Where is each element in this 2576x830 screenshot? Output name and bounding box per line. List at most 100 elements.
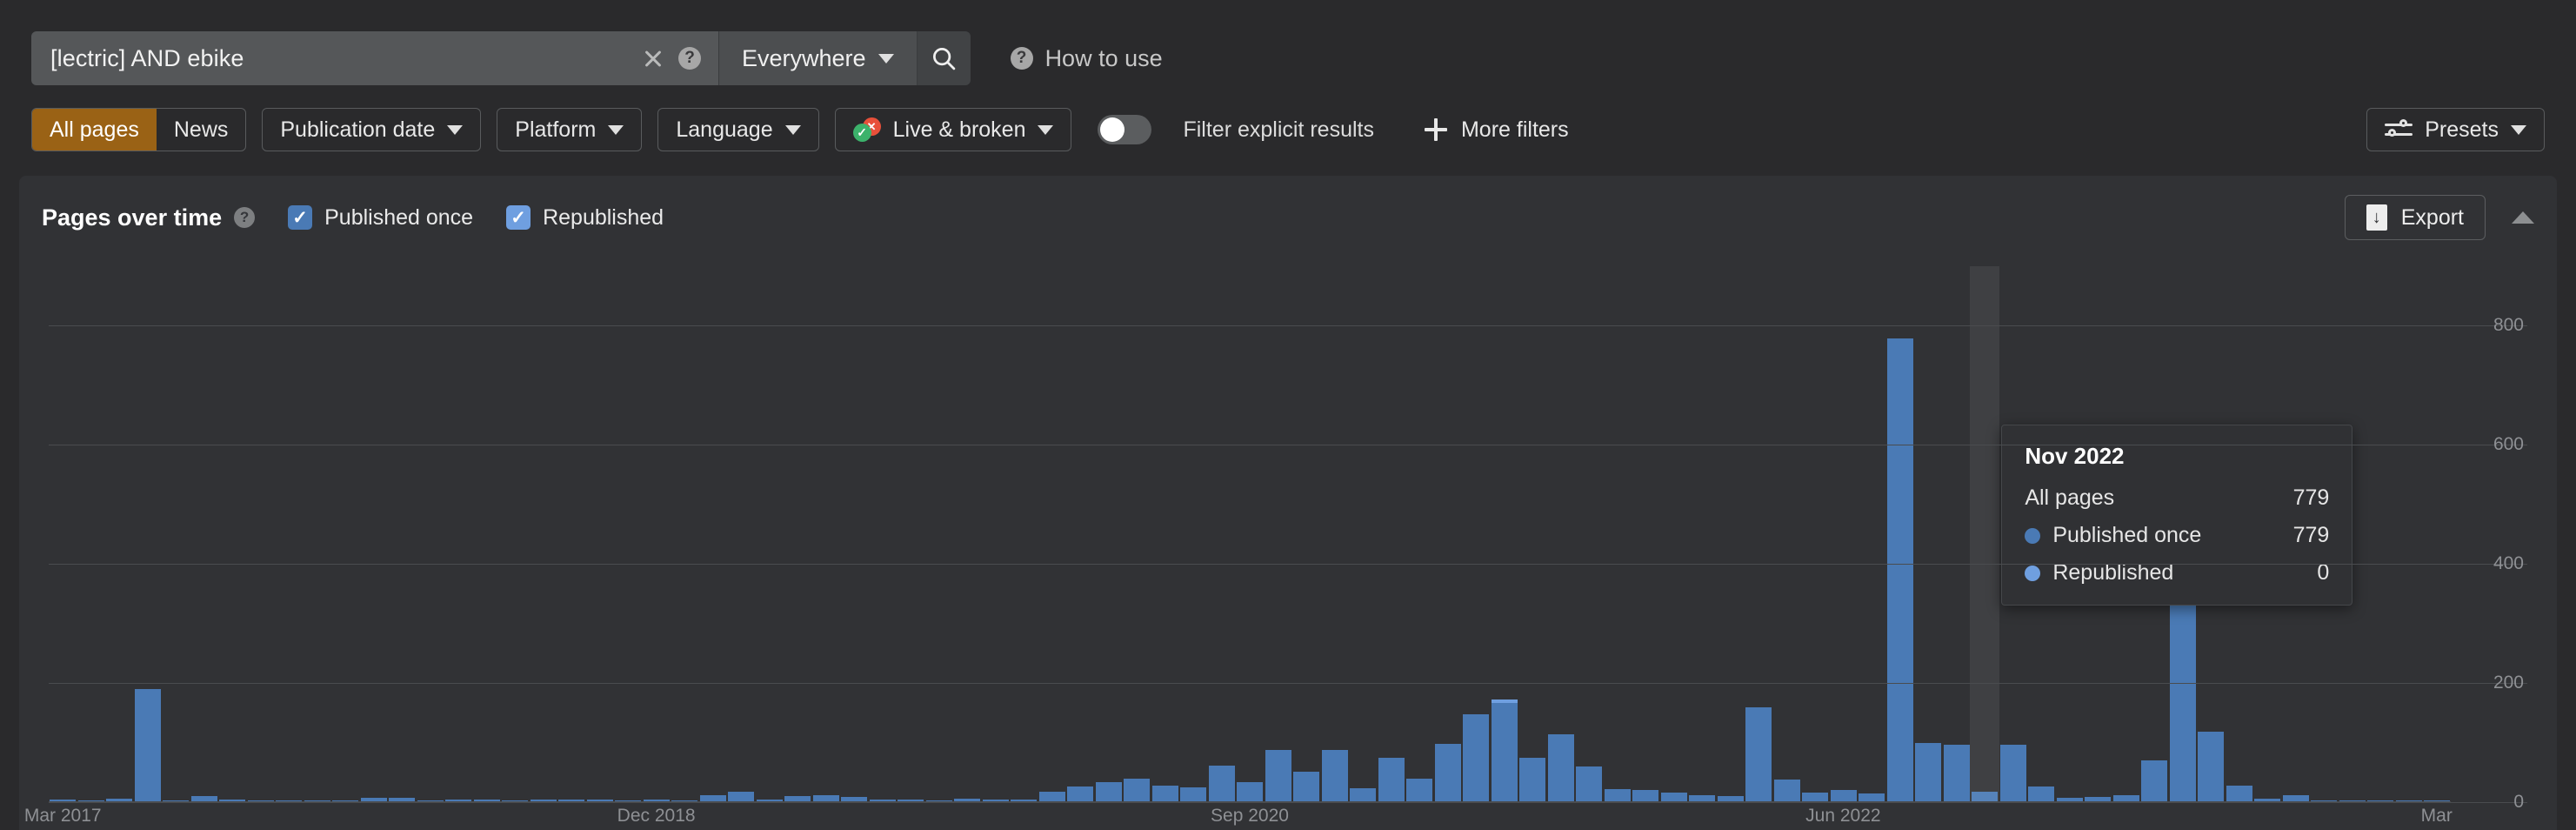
chart-bar[interactable] bbox=[1887, 266, 1913, 802]
chart-bar[interactable] bbox=[332, 266, 358, 802]
chart-bar[interactable] bbox=[1124, 266, 1150, 802]
chart-bar[interactable] bbox=[1718, 266, 1744, 802]
chart-bar[interactable] bbox=[558, 266, 584, 802]
filter-publication-date[interactable]: Publication date bbox=[262, 108, 481, 151]
chart-bar[interactable] bbox=[1548, 266, 1574, 802]
chart-bar[interactable] bbox=[191, 266, 217, 802]
chart-bar[interactable] bbox=[1011, 266, 1037, 802]
chart-bar[interactable] bbox=[1322, 266, 1348, 802]
chart-bar[interactable] bbox=[1096, 266, 1122, 802]
chart-bar[interactable] bbox=[1944, 266, 1970, 802]
chart-bar[interactable] bbox=[1180, 266, 1206, 802]
chart-bar[interactable] bbox=[1972, 266, 1998, 802]
chart-bar[interactable] bbox=[2367, 266, 2393, 802]
chart-bar[interactable] bbox=[615, 266, 641, 802]
chart-bar[interactable] bbox=[1745, 266, 1772, 802]
chart-bar[interactable] bbox=[1463, 266, 1489, 802]
card-header: Pages over time ? ✓ Published once ✓ Rep… bbox=[19, 176, 2557, 240]
chart-bar[interactable] bbox=[898, 266, 924, 802]
filter-live-and-broken[interactable]: Live & broken bbox=[835, 108, 1072, 151]
chart-bar[interactable] bbox=[474, 266, 500, 802]
chart-bar[interactable] bbox=[841, 266, 867, 802]
chart-bar[interactable] bbox=[1492, 266, 1518, 802]
chart-bar[interactable] bbox=[1435, 266, 1461, 802]
chart-bar[interactable] bbox=[361, 266, 387, 802]
chart-bar[interactable] bbox=[1378, 266, 1405, 802]
chart-bar[interactable] bbox=[587, 266, 613, 802]
checkbox-republished[interactable]: ✓ bbox=[506, 205, 531, 230]
chart-bar[interactable] bbox=[1661, 266, 1687, 802]
scope-dropdown[interactable]: Everywhere bbox=[718, 31, 917, 85]
chart-bar[interactable] bbox=[1774, 266, 1800, 802]
filter-language[interactable]: Language bbox=[657, 108, 818, 151]
chart-bar[interactable] bbox=[1689, 266, 1715, 802]
tooltip-row-all-pages: All pages 779 bbox=[2025, 485, 2329, 511]
presets-button[interactable]: Presets bbox=[2366, 108, 2545, 151]
page-title: Pages over time bbox=[42, 204, 222, 231]
chart-bar[interactable] bbox=[757, 266, 783, 802]
chart-bar[interactable] bbox=[502, 266, 528, 802]
chart-bar[interactable] bbox=[1237, 266, 1263, 802]
how-to-use-link[interactable]: ? How to use bbox=[1011, 45, 1163, 72]
chevron-up-icon[interactable] bbox=[2512, 211, 2534, 224]
chart-bar[interactable] bbox=[304, 266, 330, 802]
chart-bar-segment-published-once bbox=[1209, 766, 1235, 802]
chart-bar[interactable] bbox=[50, 266, 76, 802]
close-icon[interactable] bbox=[640, 45, 666, 71]
chart-bar[interactable] bbox=[1152, 266, 1178, 802]
chart-bar[interactable] bbox=[417, 266, 444, 802]
chart-bar[interactable] bbox=[954, 266, 980, 802]
more-filters-button[interactable]: More filters bbox=[1425, 117, 1569, 143]
chart-bar[interactable] bbox=[219, 266, 245, 802]
chart-bar[interactable] bbox=[1859, 266, 1885, 802]
chart-bar[interactable] bbox=[1915, 266, 1941, 802]
chart-bar[interactable] bbox=[784, 266, 811, 802]
search-input-wrapper[interactable]: [lectric] AND ebike ? bbox=[31, 31, 718, 85]
chart-bar[interactable] bbox=[644, 266, 670, 802]
chart-bar[interactable] bbox=[813, 266, 839, 802]
chart-bar[interactable] bbox=[1265, 266, 1291, 802]
tab-news[interactable]: News bbox=[157, 109, 246, 151]
chart-bar[interactable] bbox=[163, 266, 189, 802]
chart-bar[interactable] bbox=[2396, 266, 2422, 802]
chart-bar[interactable] bbox=[728, 266, 754, 802]
chart-bar[interactable] bbox=[1406, 266, 1432, 802]
search-button[interactable] bbox=[917, 31, 971, 85]
legend-checkbox-published-once[interactable]: ✓ Published once bbox=[288, 205, 473, 231]
chart-bar[interactable] bbox=[1039, 266, 1065, 802]
filter-platform[interactable]: Platform bbox=[497, 108, 642, 151]
question-mark-icon[interactable]: ? bbox=[234, 207, 255, 228]
chart-bar[interactable] bbox=[248, 266, 274, 802]
search-input[interactable]: [lectric] AND ebike bbox=[50, 45, 640, 72]
chart-bar[interactable] bbox=[135, 266, 161, 802]
chart-bar[interactable] bbox=[1632, 266, 1658, 802]
export-button[interactable]: Export bbox=[2345, 195, 2486, 240]
chart-bar[interactable] bbox=[1519, 266, 1545, 802]
chart-bar[interactable] bbox=[1831, 266, 1857, 802]
chart-bar[interactable] bbox=[78, 266, 104, 802]
chart-bar[interactable] bbox=[983, 266, 1009, 802]
chart-bar[interactable] bbox=[531, 266, 557, 802]
legend-checkbox-republished[interactable]: ✓ Republished bbox=[506, 205, 664, 231]
chart-bar[interactable] bbox=[389, 266, 415, 802]
checkbox-published-once[interactable]: ✓ bbox=[288, 205, 312, 230]
chart-plot-area[interactable]: Mar 2017Dec 2018Sep 2020Jun 2022Mar Nov … bbox=[49, 266, 2527, 802]
chart-bar[interactable] bbox=[2424, 266, 2450, 802]
chart-bar[interactable] bbox=[1576, 266, 1602, 802]
chart-bar[interactable] bbox=[671, 266, 697, 802]
chart-bar[interactable] bbox=[276, 266, 302, 802]
chart-bar[interactable] bbox=[926, 266, 952, 802]
filter-explicit-toggle[interactable] bbox=[1098, 115, 1151, 144]
tab-all-pages[interactable]: All pages bbox=[32, 109, 157, 151]
chart-bar[interactable] bbox=[1350, 266, 1376, 802]
chart-bar[interactable] bbox=[1605, 266, 1631, 802]
chart-bar[interactable] bbox=[700, 266, 726, 802]
chart-bar[interactable] bbox=[445, 266, 471, 802]
chart-bar[interactable] bbox=[870, 266, 896, 802]
chart-bar[interactable] bbox=[1293, 266, 1319, 802]
chart-bar[interactable] bbox=[1802, 266, 1828, 802]
question-mark-icon[interactable]: ? bbox=[678, 47, 701, 70]
chart-bar[interactable] bbox=[1067, 266, 1093, 802]
chart-bar[interactable] bbox=[1209, 266, 1235, 802]
chart-bar[interactable] bbox=[106, 266, 132, 802]
